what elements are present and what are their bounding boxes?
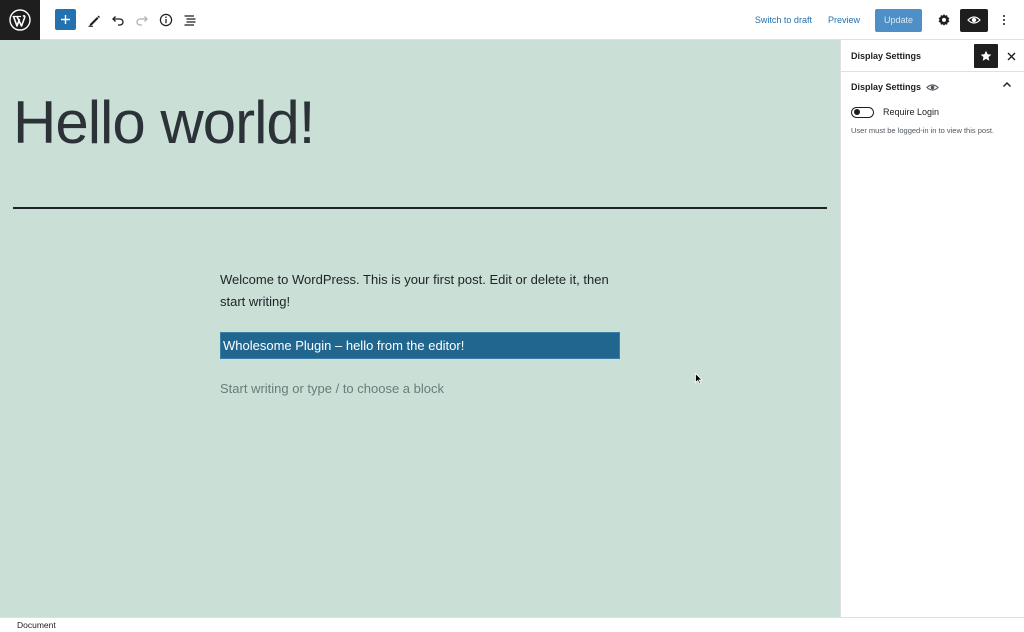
- close-sidebar-button[interactable]: [1004, 49, 1018, 63]
- tools-button[interactable]: [82, 8, 106, 32]
- editor-canvas[interactable]: Hello world! Welcome to WordPress. This …: [0, 40, 840, 617]
- options-menu-button[interactable]: [992, 8, 1016, 32]
- wordpress-logo-button[interactable]: [0, 0, 40, 40]
- details-button[interactable]: [154, 8, 178, 32]
- plus-icon: [61, 15, 70, 24]
- list-view-icon: [184, 14, 196, 26]
- require-login-help: User must be logged-in in to view this p…: [851, 126, 994, 135]
- block-breadcrumb-bar: Document: [0, 617, 1024, 632]
- wordpress-logo-icon: [9, 8, 31, 31]
- display-settings-plugin-button[interactable]: [960, 8, 988, 32]
- display-settings-panel-toggle[interactable]: Display Settings: [841, 72, 1024, 102]
- gear-icon: [938, 14, 950, 26]
- toolbar-left: [55, 8, 202, 32]
- chevron-up-icon: [1003, 82, 1011, 87]
- breadcrumb-document[interactable]: Document: [17, 620, 56, 630]
- mouse-cursor-icon: [695, 373, 703, 385]
- sidebar-header: Display Settings: [841, 40, 1024, 72]
- pencil-icon: [88, 15, 100, 27]
- more-vertical-icon: [1003, 15, 1005, 25]
- paragraph-block[interactable]: Welcome to WordPress. This is your first…: [220, 269, 620, 313]
- require-login-row: Require Login: [841, 104, 1024, 120]
- undo-button[interactable]: [106, 8, 130, 32]
- settings-button[interactable]: [932, 8, 956, 32]
- separator-block[interactable]: [13, 207, 827, 209]
- require-login-label[interactable]: Require Login: [883, 107, 939, 117]
- close-icon: [1007, 52, 1015, 60]
- sidebar-title: Display Settings: [851, 50, 922, 61]
- info-icon: [159, 13, 173, 26]
- redo-icon: [136, 15, 148, 26]
- undo-icon: [112, 15, 124, 26]
- list-view-button[interactable]: [178, 8, 202, 32]
- star-icon: [980, 50, 992, 61]
- post-title[interactable]: Hello world!: [13, 88, 315, 157]
- editor-header: Switch to draft Preview Update: [0, 0, 1024, 40]
- update-button[interactable]: Update: [874, 8, 922, 32]
- redo-button[interactable]: [130, 8, 154, 32]
- eye-icon: [926, 83, 939, 91]
- switch-to-draft-button[interactable]: Switch to draft: [747, 15, 820, 25]
- toggle-knob: [854, 109, 860, 115]
- pin-sidebar-button[interactable]: [974, 44, 998, 68]
- block-inserter-button[interactable]: [55, 9, 76, 30]
- block-placeholder[interactable]: Start writing or type / to choose a bloc…: [220, 381, 444, 396]
- eye-icon: [967, 16, 981, 24]
- selected-paragraph-block[interactable]: Wholesome Plugin – hello from the editor…: [220, 332, 620, 359]
- toolbar-right: Switch to draft Preview Update: [747, 0, 1024, 40]
- preview-button[interactable]: Preview: [820, 15, 868, 25]
- panel-title: Display Settings: [851, 82, 922, 92]
- require-login-toggle[interactable]: [851, 106, 874, 118]
- plugin-sidebar: Display Settings Display Settings Requir…: [840, 40, 1024, 617]
